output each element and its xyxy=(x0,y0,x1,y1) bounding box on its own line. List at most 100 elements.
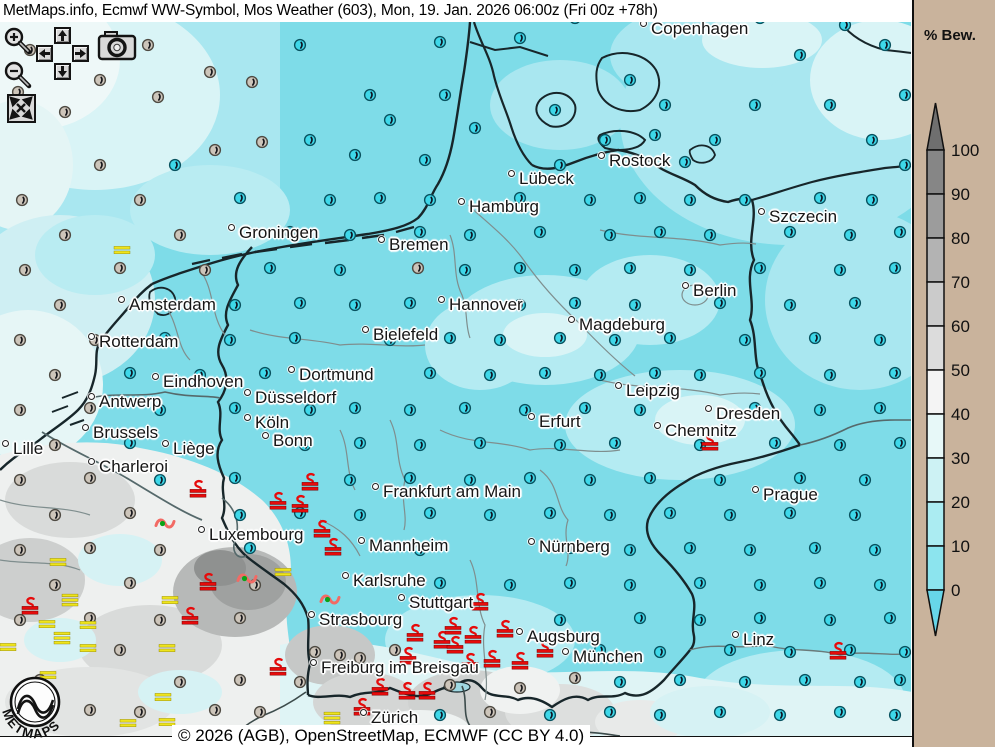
station-symbol xyxy=(655,647,666,658)
city-name: Lille xyxy=(13,439,43,458)
station-symbol xyxy=(15,545,26,556)
legend-band xyxy=(927,458,944,502)
pan-down-button[interactable] xyxy=(54,63,71,80)
station-symbol xyxy=(605,230,616,241)
station-symbol xyxy=(135,707,146,718)
station-symbol xyxy=(95,75,106,86)
station-symbol xyxy=(495,335,506,346)
zoom-in-button[interactable] xyxy=(3,26,33,61)
station-symbol xyxy=(785,508,796,519)
station-symbol xyxy=(867,195,878,206)
station-symbol xyxy=(770,438,781,449)
legend-band xyxy=(927,370,944,414)
pan-up-icon xyxy=(57,30,68,41)
station-symbol xyxy=(485,370,496,381)
pan-left-button[interactable] xyxy=(36,45,53,62)
station-symbol xyxy=(235,510,246,521)
station-symbol xyxy=(870,545,881,556)
station-symbol xyxy=(413,263,424,274)
city-marker-icon xyxy=(262,432,269,439)
city-name: Prague xyxy=(763,485,818,504)
city-label: Karlsruhe xyxy=(342,572,426,589)
city-marker-icon xyxy=(378,236,385,243)
station-symbol xyxy=(655,227,666,238)
metmaps-logo-icon: METMAPS xyxy=(1,675,73,747)
legend-tick-label: 60 xyxy=(951,317,970,336)
station-symbol xyxy=(605,510,616,521)
city-label: Lille xyxy=(2,440,43,457)
city-marker-icon xyxy=(310,659,317,666)
legend-tick-label: 30 xyxy=(951,449,970,468)
station-symbol xyxy=(755,580,766,591)
city-marker-icon xyxy=(705,405,712,412)
city-label: Düsseldorf xyxy=(244,389,336,406)
pan-right-button[interactable] xyxy=(72,45,89,62)
station-symbol xyxy=(570,265,581,276)
city-label: Bremen xyxy=(378,236,449,253)
city-marker-icon xyxy=(732,631,739,638)
station-symbol xyxy=(875,403,886,414)
station-symbol xyxy=(295,40,306,51)
station-symbol xyxy=(50,510,61,521)
station-symbol xyxy=(515,683,526,694)
station-symbol xyxy=(635,193,646,204)
city-marker-icon xyxy=(458,198,465,205)
station-symbol xyxy=(755,613,766,624)
pan-down-icon xyxy=(57,66,68,77)
station-symbol xyxy=(895,675,906,686)
station-symbol xyxy=(50,370,61,381)
station-symbol xyxy=(143,40,154,51)
station-symbol xyxy=(355,510,366,521)
city-marker-icon xyxy=(528,538,535,545)
city-label: Bielefeld xyxy=(362,326,438,343)
city-label: Mannheim xyxy=(358,537,448,554)
station-symbol xyxy=(170,160,181,171)
city-marker-icon xyxy=(516,628,523,635)
station-symbol xyxy=(810,543,821,554)
fog-symbol xyxy=(62,594,78,606)
station-symbol xyxy=(95,160,106,171)
station-symbol xyxy=(815,405,826,416)
city-label: Zürich xyxy=(360,709,418,726)
city-marker-icon xyxy=(654,422,661,429)
station-symbol xyxy=(445,333,456,344)
city-label: Augsburg xyxy=(516,628,600,645)
station-symbol xyxy=(153,92,164,103)
station-symbol xyxy=(715,707,726,718)
station-symbol xyxy=(550,105,561,116)
legend-tick-label: 70 xyxy=(951,273,970,292)
station-symbol xyxy=(85,543,96,554)
station-symbol xyxy=(600,135,611,146)
station-symbol xyxy=(210,145,221,156)
station-symbol xyxy=(635,613,646,624)
fullscreen-button[interactable] xyxy=(7,94,36,123)
pan-up-button[interactable] xyxy=(54,27,71,44)
station-symbol xyxy=(525,473,536,484)
city-name: Berlin xyxy=(693,281,736,300)
station-symbol xyxy=(745,545,756,556)
legend-band xyxy=(927,150,944,194)
station-symbol xyxy=(125,368,136,379)
station-symbol xyxy=(570,673,581,684)
station-symbol xyxy=(50,440,61,451)
city-label: Köln xyxy=(244,414,289,431)
station-symbol xyxy=(710,135,721,146)
screenshot-button[interactable] xyxy=(97,30,139,67)
legend-band xyxy=(927,238,944,282)
station-symbol xyxy=(200,265,211,276)
station-symbol xyxy=(875,580,886,591)
station-symbol xyxy=(740,335,751,346)
station-symbol xyxy=(775,710,786,721)
legend-panel: % Bew. 1009080706050403020100 xyxy=(912,0,995,747)
city-name: Erfurt xyxy=(539,412,581,431)
legend-arrow-top xyxy=(927,103,944,150)
station-symbol xyxy=(545,508,556,519)
station-symbol xyxy=(740,195,751,206)
station-symbol xyxy=(850,298,861,309)
station-symbol xyxy=(345,475,356,486)
station-symbol xyxy=(850,510,861,521)
station-symbol xyxy=(625,75,636,86)
station-symbol xyxy=(795,473,806,484)
zoom-out-button[interactable] xyxy=(3,60,33,95)
map-canvas[interactable]: CopenhagenRostockLübeckHamburgSzczecinGr… xyxy=(0,0,912,747)
